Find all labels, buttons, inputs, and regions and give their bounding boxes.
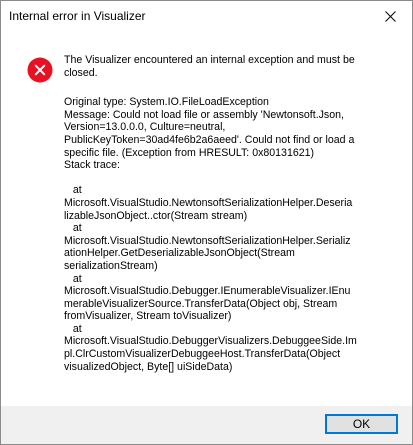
- stack-trace-line: merableVisualizerSource.TransferData(Obj…: [64, 297, 338, 310]
- exception-message-line: Version=13.0.0.0, Culture=neutral,: [64, 121, 226, 134]
- ok-button[interactable]: OK: [325, 414, 398, 434]
- exception-type: Original type: System.IO.FileLoadExcepti…: [64, 96, 269, 109]
- exception-details: Original type: System.IO.FileLoadExcepti…: [64, 96, 410, 373]
- stack-trace-line: at: [64, 272, 82, 285]
- dialog-content: The Visualizer encountered an internal e…: [1, 31, 412, 406]
- stack-trace-line: at: [64, 322, 82, 335]
- close-icon: [384, 10, 396, 22]
- window-title: Internal error in Visualizer: [9, 9, 146, 23]
- message-area: The Visualizer encountered an internal e…: [64, 54, 410, 373]
- stack-trace-line: Microsoft.VisualStudio.NewtonsoftSeriali…: [64, 196, 353, 209]
- stack-trace-line: serializationStream): [64, 259, 158, 272]
- close-button[interactable]: [368, 1, 412, 31]
- stack-trace-line: Microsoft.VisualStudio.DebuggerVisualize…: [64, 335, 357, 348]
- stack-trace-line: visualizedObject, Byte[] uiSideData): [64, 360, 233, 373]
- stack-trace-line: fromVisualizer, Stream toVisualizer): [64, 310, 232, 323]
- stack-trace-line: pl.ClrCustomVisualizerDebuggeeHost.Trans…: [64, 348, 341, 361]
- title-bar[interactable]: Internal error in Visualizer: [1, 1, 412, 31]
- button-bar: OK: [1, 406, 412, 444]
- error-dialog: Internal error in Visualizer The Visuali…: [0, 0, 413, 445]
- main-message: The Visualizer encountered an internal e…: [64, 54, 410, 79]
- stack-trace-line: ationHelper.GetDeserializableJsonObject(…: [64, 247, 295, 260]
- stack-trace-line: Microsoft.VisualStudio.Debugger.IEnumera…: [64, 285, 351, 298]
- stack-trace-line: Microsoft.VisualStudio.NewtonsoftSeriali…: [64, 234, 351, 247]
- main-message-line: The Visualizer encountered an internal e…: [64, 54, 355, 66]
- stack-trace-label: Stack trace:: [64, 159, 120, 172]
- main-message-line: closed.: [64, 66, 98, 79]
- exception-message-line: Message: Could not load file or assembly…: [64, 108, 344, 121]
- stack-trace-line: at: [64, 184, 82, 197]
- exception-message-line: PublicKeyToken=30ad4fe6b2a6aeed'. Could …: [64, 133, 355, 146]
- stack-trace-line: at: [64, 222, 82, 235]
- error-icon: [27, 57, 53, 83]
- stack-trace-line: lizableJsonObject..ctor(Stream stream): [64, 209, 248, 222]
- exception-message-line: specific file. (Exception from HRESULT: …: [64, 146, 315, 159]
